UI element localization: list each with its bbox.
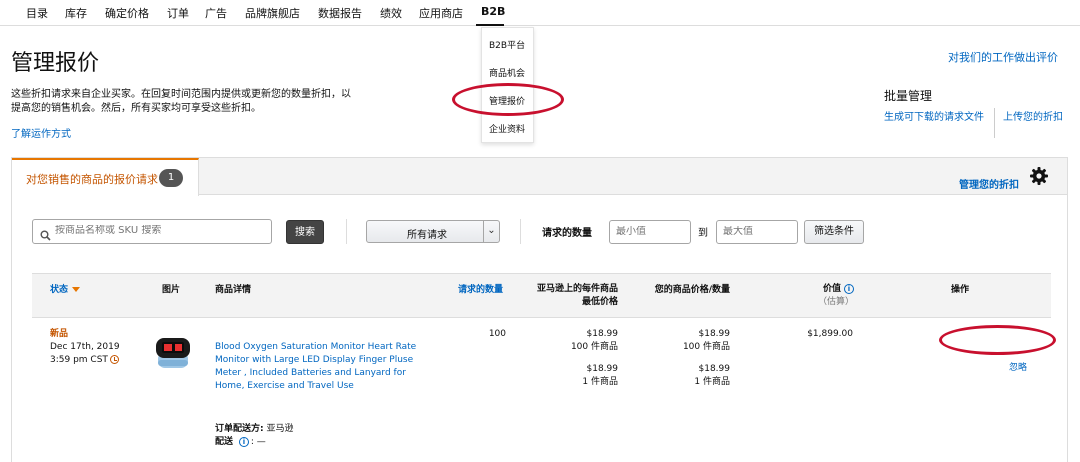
amazon-price-1: $18.99 — [586, 329, 619, 339]
gear-icon[interactable] — [1029, 166, 1049, 186]
col-amazon-price-line1: 亚马逊上的每件商品 — [536, 284, 618, 294]
tab-count-badge: 1 — [159, 169, 183, 187]
menu-item-manage-quotes[interactable]: 管理报价 — [489, 94, 525, 107]
table-header: 状态 图片 商品详情 请求的数量 亚马逊上的每件商品 最低价格 您的商品价格/数… — [32, 273, 1051, 318]
product-image[interactable] — [152, 332, 194, 376]
nav-inventory[interactable]: 库存 — [65, 5, 87, 21]
fulfillment-line: 订单配送方: 亚马逊 — [215, 423, 420, 436]
col-status[interactable]: 状态 — [50, 284, 81, 297]
row-status-cell: 新品 Dec 17th, 2019 3:59 pm CST — [50, 328, 120, 367]
chevron-down-icon: ⌄ — [483, 221, 499, 242]
amazon-price-cell: $18.99 100 件商品 $18.99 1 件商品 — [518, 328, 618, 389]
manage-discount-link[interactable]: 管理您的折扣 — [959, 176, 1019, 191]
bulk-manage-title: 批量管理 — [884, 89, 933, 103]
nav-brand-store[interactable]: 品牌旗舰店 — [245, 5, 300, 21]
col-your-price: 您的商品价格/数量 — [654, 285, 730, 295]
tab-label: 对您销售的商品的报价请求 — [26, 173, 158, 186]
status-badge: 新品 — [50, 329, 69, 339]
nav-pricing[interactable]: 确定价格 — [105, 5, 149, 21]
delivery-line: 配送 i: — — [215, 436, 266, 447]
col-value-label: 价值 — [822, 284, 841, 294]
page-title: 管理报价 — [11, 51, 100, 76]
delivery-label: 配送 — [215, 437, 234, 447]
nav-advertising[interactable]: 广告 — [205, 5, 227, 21]
delivery-info-icon[interactable]: i — [238, 436, 249, 447]
nav-performance[interactable]: 绩效 — [380, 5, 402, 21]
product-title-link[interactable]: Blood Oxygen Saturation Monitor Heart Ra… — [215, 341, 420, 393]
estimated-value: $1,899.00 — [807, 329, 853, 339]
nav-orders[interactable]: 订单 — [167, 5, 189, 21]
col-amazon-price-line2: 最低价格 — [581, 297, 618, 307]
amazon-qty-2: 1 件商品 — [582, 377, 618, 387]
filter-divider-2 — [520, 219, 521, 244]
filter-button[interactable]: 筛选条件 — [804, 220, 864, 244]
menu-item-product-opportunities[interactable]: 商品机会 — [489, 66, 525, 79]
col-product-details: 商品详情 — [215, 285, 252, 295]
request-type-value: 所有请求 — [407, 230, 447, 241]
your-qty-2: 1 件商品 — [694, 377, 730, 387]
ignore-link[interactable]: 忽略 — [1009, 360, 1027, 373]
request-type-select[interactable]: 所有请求 ⌄ — [366, 220, 500, 243]
col-value-sub: （估算） — [817, 297, 854, 307]
page-description: 这些折扣请求来自企业买家。在回复时间范围内提供或更新您的数量折扣，以提高您的销售… — [11, 89, 351, 114]
search-icon — [40, 226, 51, 245]
col-status-label: 状态 — [50, 285, 69, 295]
bulk-divider — [994, 108, 995, 138]
generate-request-file-link[interactable]: 生成可下载的请求文件 — [884, 112, 984, 123]
request-date: Dec 17th, 2019 — [50, 342, 120, 352]
amazon-price-2: $18.99 — [586, 364, 619, 374]
nav-b2b[interactable]: B2B — [481, 5, 505, 18]
col-value: 价值 i （估算） — [776, 283, 854, 309]
range-to-label: 到 — [698, 228, 708, 239]
amazon-qty-1: 100 件商品 — [570, 342, 618, 352]
upload-discounts-link[interactable]: 上传您的折扣 — [1003, 112, 1063, 123]
max-qty-input[interactable] — [723, 226, 793, 237]
nav-appstore[interactable]: 应用商店 — [419, 5, 463, 21]
fulfillment-value: 亚马逊 — [266, 424, 294, 434]
search-input-wrapper — [32, 219, 272, 244]
max-qty-wrapper — [716, 220, 798, 244]
min-qty-input[interactable] — [616, 226, 686, 237]
menu-item-b2b-platform[interactable]: B2B平台 — [489, 38, 525, 51]
fulfillment-label: 订单配送方: — [215, 424, 264, 434]
your-qty-1: 100 件商品 — [682, 342, 730, 352]
filter-divider — [346, 219, 347, 244]
product-details-cell: Blood Oxygen Saturation Monitor Heart Ra… — [215, 341, 420, 449]
bulk-manage-links: 生成可下载的请求文件 上传您的折扣 — [884, 108, 1063, 138]
requested-qty-label: 请求的数量 — [542, 228, 592, 239]
col-requested-qty[interactable]: 请求的数量 — [458, 284, 503, 297]
col-amazon-lowest-price: 亚马逊上的每件商品 最低价格 — [522, 283, 618, 309]
top-nav: 目录 库存 确定价格 订单 广告 品牌旗舰店 数据报告 绩效 应用商店 B2B — [0, 0, 1080, 26]
nav-catalog[interactable]: 目录 — [26, 5, 48, 21]
learn-how-link[interactable]: 了解运作方式 — [11, 125, 71, 140]
clock-icon — [109, 355, 119, 364]
quote-requests-panel: 对您销售的商品的报价请求 1 搜索 所有请求 ⌄ 请求的数量 到 — [11, 157, 1068, 462]
nav-reports[interactable]: 数据报告 — [318, 5, 362, 21]
search-input[interactable] — [55, 225, 265, 236]
sort-down-icon — [72, 287, 81, 292]
your-price-1: $18.99 — [698, 329, 731, 339]
delivery-value: — — [256, 437, 266, 447]
nav-active-indicator — [476, 24, 504, 26]
b2b-dropdown-menu: B2B平台 商品机会 管理报价 企业资料 — [481, 27, 534, 143]
col-actions: 操作 — [951, 285, 970, 295]
request-time: 3:59 pm CST — [50, 355, 108, 365]
feedback-link[interactable]: 对我们的工作做出评价 — [948, 49, 1058, 65]
menu-item-business-profile[interactable]: 企业资料 — [489, 122, 525, 135]
your-price-cell: $18.99 100 件商品 $18.99 1 件商品 — [630, 328, 730, 389]
col-image: 图片 — [162, 285, 181, 295]
requested-qty-value: 100 — [488, 329, 506, 339]
search-button[interactable]: 搜索 — [286, 220, 324, 244]
your-price-2: $18.99 — [698, 364, 731, 374]
info-icon[interactable]: i — [844, 283, 854, 294]
min-qty-wrapper — [609, 220, 691, 244]
tab-quote-requests[interactable]: 对您销售的商品的报价请求 1 — [12, 158, 199, 196]
